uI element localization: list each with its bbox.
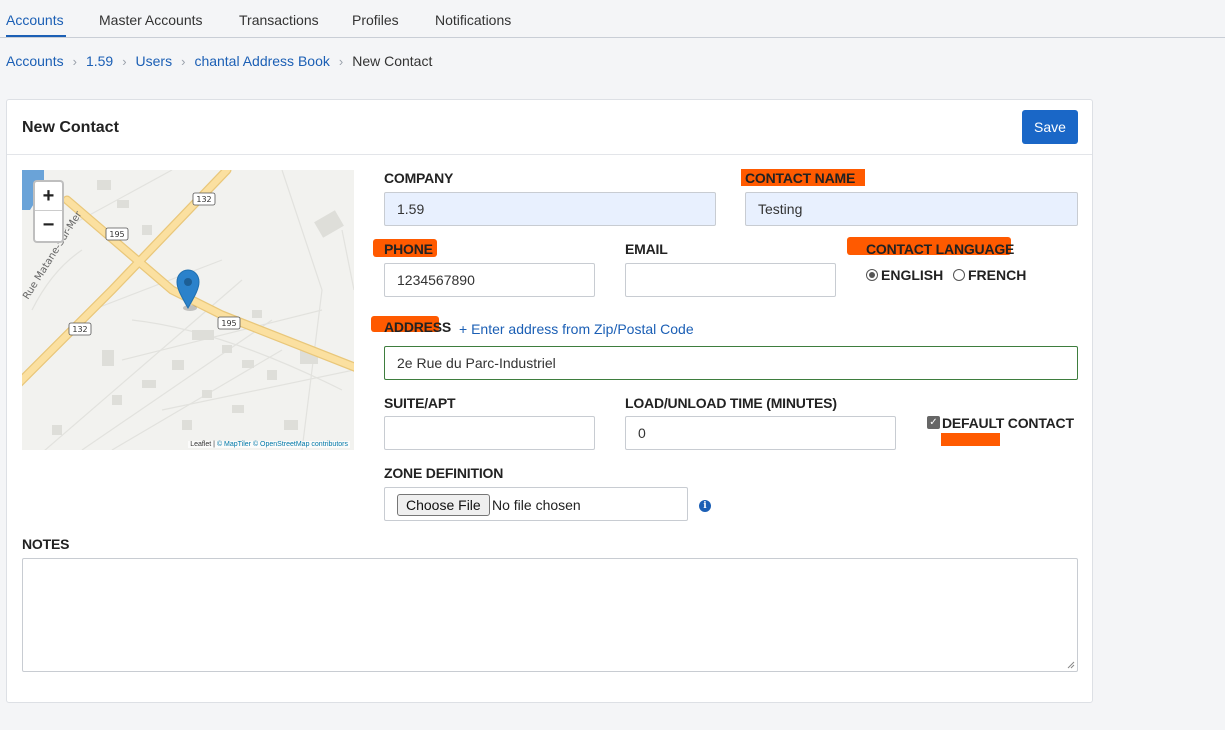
tab-transactions[interactable]: Transactions xyxy=(239,12,319,28)
breadcrumb-separator: › xyxy=(122,53,127,69)
map-tiles: 132 195 132 195 Rue Matane-Sur-Mer xyxy=(22,170,354,450)
radio-indicator xyxy=(953,269,965,281)
active-tab-indicator xyxy=(6,35,66,37)
contact-name-field[interactable]: Testing xyxy=(745,192,1078,226)
breadcrumb-current: New Contact xyxy=(352,53,433,69)
default-contact-label: DEFAULT CONTACT xyxy=(942,415,1074,431)
email-label: EMAIL xyxy=(625,241,668,257)
notes-label: NOTES xyxy=(22,536,70,552)
breadcrumb-address-book[interactable]: chantal Address Book xyxy=(194,53,329,69)
breadcrumb: Accounts › 1.59 › Users › chantal Addres… xyxy=(6,53,432,69)
suite-field[interactable] xyxy=(384,416,595,450)
language-english-radio[interactable]: ENGLISH xyxy=(866,267,943,283)
breadcrumb-separator: › xyxy=(72,53,77,69)
road-label: 195 xyxy=(109,230,124,239)
road-label: 132 xyxy=(196,195,211,204)
phone-field[interactable]: 1234567890 xyxy=(384,263,595,297)
phone-label: PHONE xyxy=(384,241,433,257)
map-attribution: Leaflet | © MapTiler © OpenStreetMap con… xyxy=(188,441,350,448)
company-label: COMPANY xyxy=(384,170,454,186)
breadcrumb-separator: › xyxy=(181,53,186,69)
page-title: New Contact xyxy=(22,119,119,136)
suite-label: SUITE/APT xyxy=(384,395,456,411)
tab-notifications[interactable]: Notifications xyxy=(435,12,511,28)
card-header: New Contact Save xyxy=(7,100,1092,155)
breadcrumb-account[interactable]: 1.59 xyxy=(86,53,113,69)
tab-master-accounts[interactable]: Master Accounts xyxy=(99,12,203,28)
save-button[interactable]: Save xyxy=(1022,110,1078,144)
road-label: 195 xyxy=(221,319,236,328)
language-french-radio[interactable]: FRENCH xyxy=(953,267,1026,283)
zone-definition-label: ZONE DEFINITION xyxy=(384,465,504,481)
breadcrumb-separator: › xyxy=(338,53,344,69)
map[interactable]: 132 195 132 195 Rue Matane-Sur-Mer + − L… xyxy=(22,170,354,450)
info-icon[interactable]: i xyxy=(699,500,711,512)
language-english-label: ENGLISH xyxy=(881,267,944,283)
zoom-in-button[interactable]: + xyxy=(35,182,62,211)
tab-profiles[interactable]: Profiles xyxy=(352,12,399,28)
road-label: 132 xyxy=(72,325,87,334)
resize-grip-icon[interactable] xyxy=(1067,661,1075,669)
zip-lookup-link[interactable]: + Enter address from Zip/Postal Code xyxy=(459,321,694,337)
radio-selected-indicator xyxy=(866,269,878,281)
email-field[interactable] xyxy=(625,263,836,297)
choose-file-button[interactable]: Choose File xyxy=(397,494,490,516)
default-contact-checkbox[interactable]: ✓ xyxy=(927,416,940,429)
contact-name-label: CONTACT NAME xyxy=(745,170,856,186)
language-french-label: FRENCH xyxy=(968,267,1027,283)
leaflet-link[interactable]: Leaflet xyxy=(190,441,211,448)
address-field[interactable]: 2e Rue du Parc-Industriel xyxy=(384,346,1078,380)
load-time-field[interactable]: 0 xyxy=(625,416,896,450)
zone-file-input: Choose File No file chosen xyxy=(384,487,688,521)
notes-textarea[interactable] xyxy=(22,558,1078,672)
load-time-label: LOAD/UNLOAD TIME (MINUTES) xyxy=(625,395,837,411)
contact-language-label: CONTACT LANGUAGE xyxy=(866,241,1015,257)
top-nav: Accounts Master Accounts Transactions Pr… xyxy=(0,0,1225,38)
address-label: ADDRESS xyxy=(384,319,452,335)
breadcrumb-accounts[interactable]: Accounts xyxy=(6,53,64,69)
file-status: No file chosen xyxy=(492,497,581,513)
attribution-credits[interactable]: © MapTiler © OpenStreetMap contributors xyxy=(217,441,348,448)
tab-accounts[interactable]: Accounts xyxy=(6,12,64,28)
new-contact-card: New Contact Save 132 195 132 195 Rue Mat… xyxy=(6,99,1093,703)
breadcrumb-users[interactable]: Users xyxy=(136,53,173,69)
zoom-out-button[interactable]: − xyxy=(35,211,62,240)
company-field[interactable]: 1.59 xyxy=(384,192,716,226)
highlight-mark xyxy=(941,433,1000,446)
zoom-control: + − xyxy=(33,180,64,243)
